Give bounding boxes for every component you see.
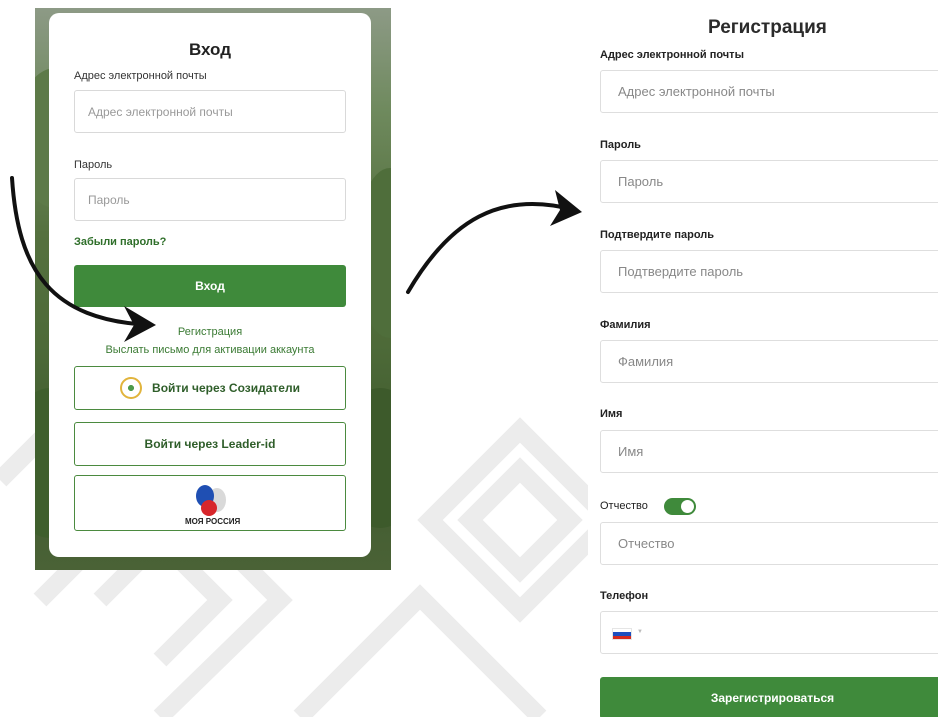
forgot-password-link[interactable]: Забыли пароль? — [74, 236, 166, 248]
login-password-input[interactable]: Пароль — [74, 178, 346, 221]
reg-phone-input[interactable]: ▼ — [600, 611, 938, 654]
reg-surname-placeholder: Фамилия — [618, 354, 674, 369]
reg-confirm-label: Подтвердите пароль — [600, 229, 715, 241]
patronymic-toggle[interactable] — [664, 498, 696, 515]
reg-email-placeholder: Адрес электронной почты — [618, 84, 775, 99]
reg-email-input[interactable]: Адрес электронной почты — [600, 70, 938, 113]
registration-title: Регистрация — [708, 17, 827, 38]
reg-confirm-password-input[interactable]: Подтвердите пароль — [600, 250, 938, 293]
sozidateli-logo-icon — [120, 377, 143, 399]
chevron-down-icon[interactable]: ▼ — [637, 629, 643, 635]
register-button[interactable]: Зарегистрироваться — [600, 677, 938, 717]
myrussia-label: МОЯ РОССИЯ — [185, 517, 241, 526]
leaderid-label: Войти через Leader-id — [144, 437, 276, 451]
reg-surname-label: Фамилия — [600, 319, 651, 331]
sozidateli-label: Войти через Созидатели — [152, 381, 300, 395]
login-title: Вход — [188, 40, 232, 59]
reg-patronymic-placeholder: Отчество — [618, 536, 675, 551]
email-label: Адрес электронной почты — [74, 70, 207, 82]
reg-password-placeholder: Пароль — [618, 174, 664, 189]
myrussia-logo-icon — [196, 485, 226, 516]
myrussia-login-button[interactable]: МОЯ РОССИЯ — [74, 475, 346, 531]
reg-confirm-placeholder: Подтвердите пароль — [618, 264, 744, 279]
reg-password-label: Пароль — [600, 139, 641, 151]
login-email-input[interactable]: Адрес электронной почты — [74, 90, 346, 133]
reg-phone-label: Телефон — [600, 590, 649, 602]
login-card: Вход Адрес электронной почты Адрес элект… — [49, 13, 371, 557]
register-link[interactable]: Регистрация — [49, 326, 371, 338]
email-placeholder: Адрес электронной почты — [88, 104, 233, 119]
leaderid-login-button[interactable]: Войти через Leader-id — [74, 422, 346, 466]
registration-panel: Регистрация Адрес электронной почты Адре… — [588, 8, 938, 717]
sozidateli-login-button[interactable]: Войти через Созидатели — [74, 366, 346, 410]
reg-patronymic-input[interactable]: Отчество — [600, 522, 938, 565]
russia-flag-icon[interactable] — [612, 628, 632, 640]
password-label: Пароль — [74, 159, 113, 171]
password-placeholder: Пароль — [88, 192, 130, 207]
reg-name-input[interactable]: Имя — [600, 430, 938, 473]
login-screenshot: Вход Адрес электронной почты Адрес элект… — [35, 8, 391, 570]
reg-surname-input[interactable]: Фамилия — [600, 340, 938, 383]
reg-patronymic-label: Отчество — [600, 500, 648, 512]
send-activation-link[interactable]: Выслать письмо для активации аккаунта — [49, 344, 371, 356]
login-button[interactable]: Вход — [74, 265, 346, 307]
reg-name-label: Имя — [600, 408, 623, 420]
reg-password-input[interactable]: Пароль — [600, 160, 938, 203]
reg-email-label: Адрес электронной почты — [600, 49, 744, 61]
reg-name-placeholder: Имя — [618, 444, 644, 459]
